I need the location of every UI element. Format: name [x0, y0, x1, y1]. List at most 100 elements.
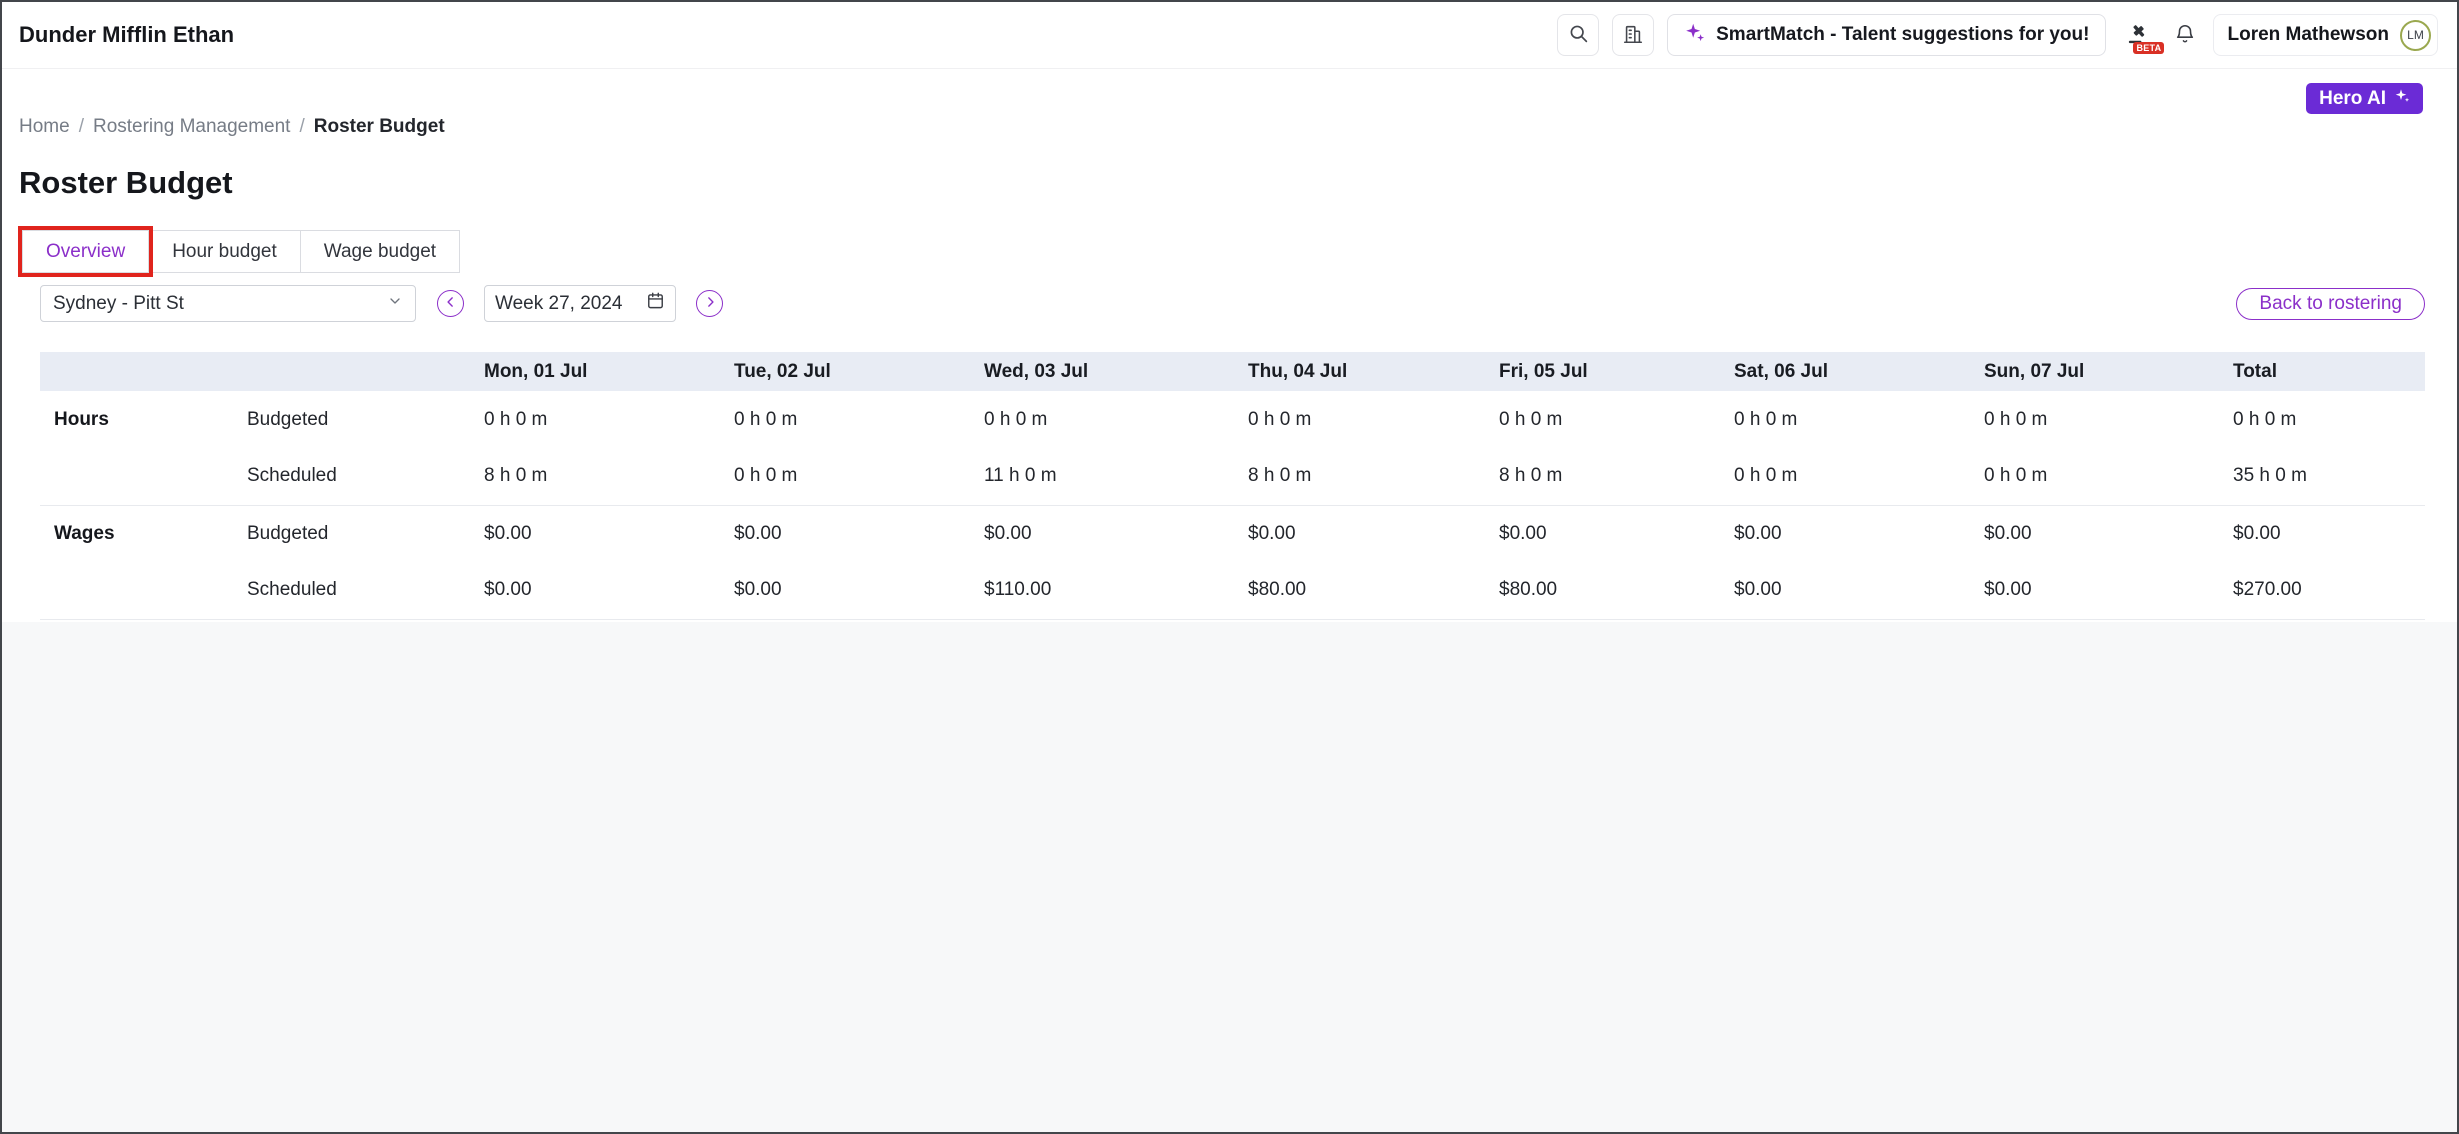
beta-badge: BETA	[2133, 42, 2164, 54]
cell: $0.00	[970, 505, 1234, 562]
row-type-label: Budgeted	[233, 505, 470, 562]
breadcrumb-separator: /	[299, 115, 304, 139]
building-icon	[1622, 23, 1644, 48]
top-header: Dunder Mifflin Ethan	[2, 2, 2457, 69]
cell: 0 h 0 m	[1720, 391, 1970, 448]
main-content: Hero AI Home / Rostering Management / Ro…	[2, 69, 2457, 622]
cell: $0.00	[720, 505, 970, 562]
tab-bar: Overview Hour budget Wage budget	[22, 230, 2457, 273]
cell: $0.00	[1720, 562, 1970, 619]
cell: 0 h 0 m	[1970, 391, 2219, 448]
cell: 11 h 0 m	[970, 448, 1234, 505]
row-type-label: Scheduled	[233, 448, 470, 505]
breadcrumb-home[interactable]: Home	[19, 115, 70, 139]
tab-overview[interactable]: Overview	[22, 230, 149, 273]
hero-ai-button[interactable]: Hero AI	[2306, 83, 2423, 114]
table-row-wages-budgeted: Wages Budgeted $0.00 $0.00 $0.00 $0.00 $…	[40, 505, 2425, 562]
week-picker-input[interactable]: Week 27, 2024	[484, 285, 676, 322]
row-group-label	[40, 562, 233, 619]
controls-row: Sydney - Pitt St Week 27, 2024	[40, 285, 2425, 322]
row-group-label: Hours	[40, 391, 233, 448]
table-row-hours-budgeted: Hours Budgeted 0 h 0 m 0 h 0 m 0 h 0 m 0…	[40, 391, 2425, 448]
cell: $0.00	[1720, 505, 1970, 562]
smartmatch-label: SmartMatch - Talent suggestions for you!	[1716, 24, 2089, 46]
table-header-row: Mon, 01 Jul Tue, 02 Jul Wed, 03 Jul Thu,…	[40, 352, 2425, 391]
cell-total: 35 h 0 m	[2219, 448, 2425, 505]
page-background-area	[2, 622, 2457, 1132]
avatar: LM	[2400, 20, 2431, 51]
cell: 8 h 0 m	[1485, 448, 1720, 505]
cell: 0 h 0 m	[1970, 448, 2219, 505]
cell: 0 h 0 m	[720, 391, 970, 448]
chevron-right-icon	[703, 295, 717, 312]
cell-total: $0.00	[2219, 505, 2425, 562]
column-header-mon: Mon, 01 Jul	[470, 352, 720, 391]
chevron-down-icon	[387, 293, 403, 315]
sparkle-icon	[2394, 88, 2410, 110]
column-header-sat: Sat, 06 Jul	[1720, 352, 1970, 391]
cell: $0.00	[1970, 562, 2219, 619]
cell: $0.00	[470, 562, 720, 619]
breadcrumb-rostering-management[interactable]: Rostering Management	[93, 115, 291, 139]
row-group-label: Wages	[40, 505, 233, 562]
cell: $0.00	[1234, 505, 1485, 562]
cell-total: 0 h 0 m	[2219, 391, 2425, 448]
location-select[interactable]: Sydney - Pitt St	[40, 285, 416, 322]
roster-budget-table: Mon, 01 Jul Tue, 02 Jul Wed, 03 Jul Thu,…	[40, 352, 2425, 620]
user-menu-button[interactable]: Loren Mathewson LM	[2213, 14, 2438, 56]
column-header-tue: Tue, 02 Jul	[720, 352, 970, 391]
cell: 8 h 0 m	[470, 448, 720, 505]
cell: $80.00	[1485, 562, 1720, 619]
column-header-wed: Wed, 03 Jul	[970, 352, 1234, 391]
next-week-button[interactable]	[696, 290, 723, 317]
app-window: Dunder Mifflin Ethan	[0, 0, 2459, 1134]
tab-wage-budget[interactable]: Wage budget	[300, 230, 460, 273]
cell: 0 h 0 m	[470, 391, 720, 448]
breadcrumb-separator: /	[79, 115, 84, 139]
cell: $0.00	[1485, 505, 1720, 562]
breadcrumb: Home / Rostering Management / Roster Bud…	[2, 69, 2457, 139]
cell: 0 h 0 m	[720, 448, 970, 505]
beta-feature-button[interactable]: BETA	[2119, 14, 2157, 56]
header-actions: SmartMatch - Talent suggestions for you!…	[1557, 14, 2438, 56]
tab-hour-budget[interactable]: Hour budget	[148, 230, 301, 273]
cell: 0 h 0 m	[970, 391, 1234, 448]
page-title: Roster Budget	[19, 164, 2457, 202]
cell: 0 h 0 m	[1720, 448, 1970, 505]
column-header-thu: Thu, 04 Jul	[1234, 352, 1485, 391]
column-header-total: Total	[2219, 352, 2425, 391]
cell: $0.00	[720, 562, 970, 619]
search-icon	[1568, 23, 1589, 47]
table-row-hours-scheduled: Scheduled 8 h 0 m 0 h 0 m 11 h 0 m 8 h 0…	[40, 448, 2425, 505]
column-header	[233, 352, 470, 391]
hero-ai-label: Hero AI	[2319, 88, 2386, 110]
user-name: Loren Mathewson	[2227, 24, 2389, 46]
cell: 8 h 0 m	[1234, 448, 1485, 505]
cell-total: $270.00	[2219, 562, 2425, 619]
table-row-wages-scheduled: Scheduled $0.00 $0.00 $110.00 $80.00 $80…	[40, 562, 2425, 619]
column-header-sun: Sun, 07 Jul	[1970, 352, 2219, 391]
brand-title: Dunder Mifflin Ethan	[19, 22, 234, 48]
row-group-label	[40, 448, 233, 505]
bell-icon	[2174, 23, 2196, 48]
previous-week-button[interactable]	[437, 290, 464, 317]
search-button[interactable]	[1557, 14, 1599, 56]
cell: $110.00	[970, 562, 1234, 619]
organisation-button[interactable]	[1612, 14, 1654, 56]
week-picker-value: Week 27, 2024	[495, 293, 622, 315]
sparkle-icon	[1684, 22, 1705, 49]
back-to-rostering-button[interactable]: Back to rostering	[2236, 288, 2425, 320]
tab-hour-budget-label: Hour budget	[172, 241, 277, 263]
cell: $80.00	[1234, 562, 1485, 619]
chevron-left-icon	[444, 295, 458, 312]
breadcrumb-current: Roster Budget	[314, 115, 445, 139]
column-header	[40, 352, 233, 391]
tab-wage-budget-label: Wage budget	[324, 241, 436, 263]
cell: 0 h 0 m	[1234, 391, 1485, 448]
row-type-label: Budgeted	[233, 391, 470, 448]
column-header-fri: Fri, 05 Jul	[1485, 352, 1720, 391]
smartmatch-button[interactable]: SmartMatch - Talent suggestions for you!	[1667, 14, 2106, 56]
row-type-label: Scheduled	[233, 562, 470, 619]
location-select-value: Sydney - Pitt St	[53, 293, 184, 315]
notifications-button[interactable]	[2170, 14, 2200, 56]
